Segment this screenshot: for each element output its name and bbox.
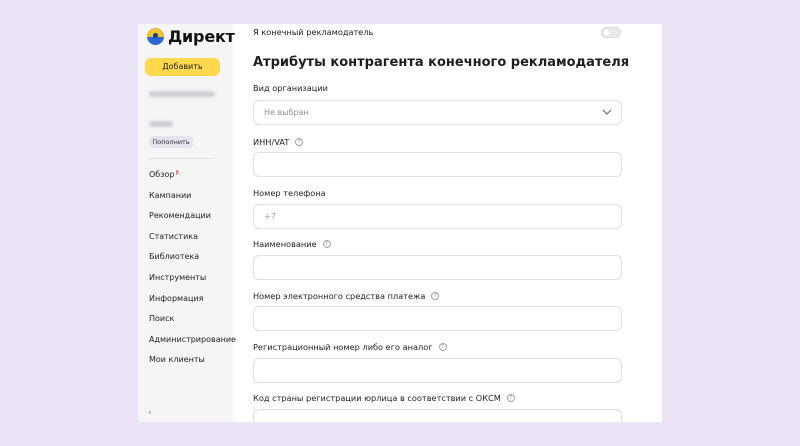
sidebar-item-administration[interactable]: Администрирование xyxy=(149,335,236,356)
phone-field[interactable] xyxy=(253,204,622,229)
help-icon[interactable]: ? xyxy=(506,394,515,402)
help-icon[interactable]: ? xyxy=(438,343,447,351)
sidebar-item-overview[interactable]: Обзор β xyxy=(149,170,236,191)
account-login-redacted xyxy=(149,91,215,97)
reg-number-label: Регистрационный номер либо его аналог? xyxy=(253,342,447,352)
sidebar-item-search[interactable]: Поиск xyxy=(149,314,236,335)
country-code-field[interactable] xyxy=(253,409,622,422)
app-window: Директ Добавить Пополнить Обзор β Кампани… xyxy=(138,24,662,422)
name-field[interactable] xyxy=(253,255,622,280)
phone-label: Номер телефона xyxy=(253,188,326,198)
inn-field[interactable] xyxy=(253,152,622,177)
org-type-select[interactable]: Не выбран xyxy=(253,100,622,125)
chevron-down-icon xyxy=(602,109,612,115)
balance-redacted xyxy=(149,121,173,127)
help-icon[interactable]: ? xyxy=(431,292,440,300)
help-icon[interactable]: ? xyxy=(322,240,331,248)
section-title: Атрибуты контрагента конечного рекламода… xyxy=(253,55,630,70)
name-label: Наименование? xyxy=(253,239,331,249)
payment-label: Номер электронного средства платежа? xyxy=(253,291,440,301)
form-panel: Я конечный рекламодатель Атрибуты контра… xyxy=(233,24,662,422)
org-type-label: Вид организации xyxy=(253,83,328,93)
country-code-label: Код страны регистрации юрлица в соответс… xyxy=(253,393,515,403)
sidebar-item-tools[interactable]: Инструменты xyxy=(149,273,236,294)
sidebar-item-library[interactable]: Библиотека xyxy=(149,252,236,273)
end-advertiser-toggle[interactable] xyxy=(601,27,621,38)
toggle-knob xyxy=(603,29,610,36)
collapse-sidebar-icon[interactable]: ‹ xyxy=(148,408,152,418)
org-type-value: Не выбран xyxy=(264,108,309,117)
sidebar-item-information[interactable]: Информация xyxy=(149,294,236,315)
sidebar-divider xyxy=(149,158,214,159)
sidebar-item-my-clients[interactable]: Мои клиенты xyxy=(149,355,236,376)
beta-badge: β xyxy=(175,170,179,176)
logo[interactable]: Директ xyxy=(147,27,235,46)
help-icon[interactable]: ? xyxy=(295,138,304,146)
sidebar-item-recommendations[interactable]: Рекомендации xyxy=(149,211,236,232)
add-button[interactable]: Добавить xyxy=(145,58,220,76)
topup-button[interactable]: Пополнить xyxy=(149,136,193,148)
sidebar-item-campaigns[interactable]: Кампании xyxy=(149,191,236,212)
reg-number-field[interactable] xyxy=(253,358,622,383)
sidebar: Директ Добавить Пополнить Обзор β Кампани… xyxy=(138,24,236,422)
direct-logo-icon xyxy=(147,28,164,45)
end-advertiser-label: Я конечный рекламодатель xyxy=(253,27,374,37)
payment-field[interactable] xyxy=(253,306,622,331)
sidebar-item-statistics[interactable]: Статистика xyxy=(149,232,236,253)
sidebar-nav: Обзор β Кампании Рекомендации Статистика … xyxy=(149,170,236,376)
logo-text: Директ xyxy=(168,27,235,46)
inn-label: ИНН/VAT? xyxy=(253,137,304,147)
